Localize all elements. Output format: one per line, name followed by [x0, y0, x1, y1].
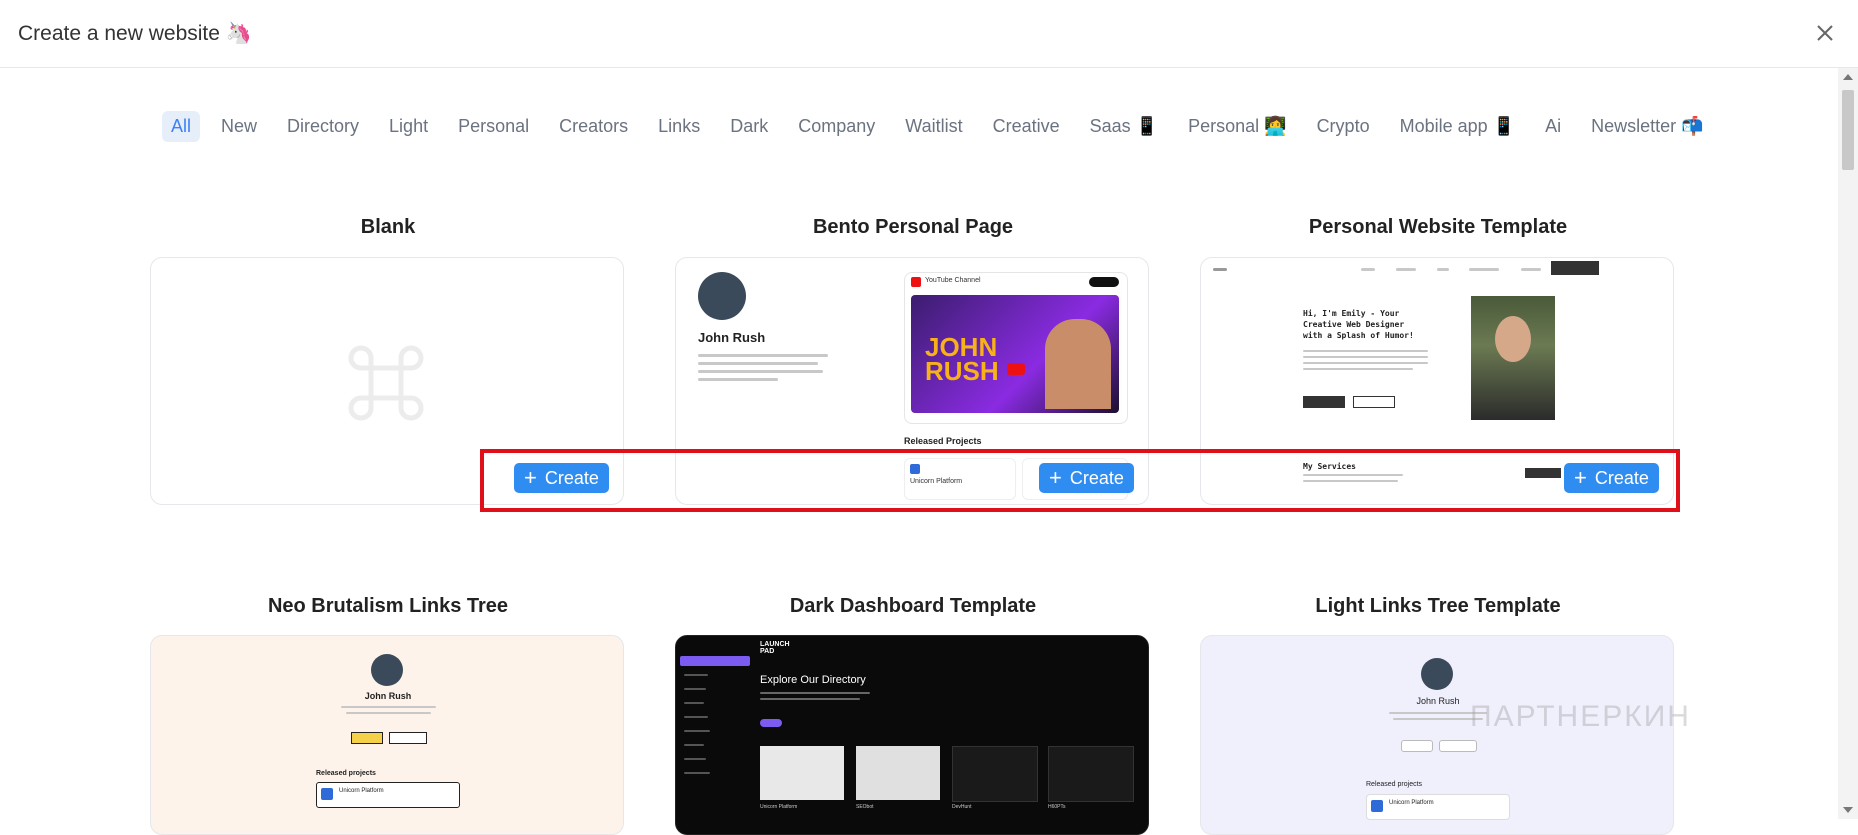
avatar	[698, 272, 746, 320]
preview-card-4: H60PTs	[1048, 804, 1066, 810]
filter-saas[interactable]: Saas 📱	[1081, 111, 1167, 142]
filter-creative[interactable]: Creative	[984, 111, 1069, 142]
preview-headline: Explore Our Directory	[760, 674, 866, 686]
youtube-icon	[911, 277, 921, 287]
template-card-neo-brutalism[interactable]: John Rush Released projects Unicorn Plat…	[150, 635, 624, 835]
plus-icon: +	[524, 465, 537, 490]
plus-icon: +	[1574, 465, 1587, 490]
preview-item: Unicorn Platform	[339, 788, 384, 794]
filter-links[interactable]: Links	[649, 111, 709, 142]
template-card-light-links[interactable]: John Rush Released projects Unicorn Plat…	[1200, 635, 1674, 835]
scroll-up-arrow-icon[interactable]	[1843, 74, 1853, 80]
watermark: ПАРТНЕРКИН	[1470, 700, 1691, 733]
close-icon[interactable]	[1814, 22, 1836, 44]
scrollbar[interactable]	[1838, 68, 1858, 819]
filter-newsletter[interactable]: Newsletter 📬	[1582, 111, 1712, 142]
preview-headline: Hi, I'm Emily - Your Creative Web Design…	[1303, 309, 1414, 340]
preview-card-3: DevHunt	[952, 804, 972, 810]
filter-all[interactable]: All	[162, 111, 201, 142]
filter-mobile-app[interactable]: Mobile app 📱	[1391, 111, 1524, 142]
avatar	[1421, 658, 1453, 690]
template-title-light-links: Light Links Tree Template	[1315, 595, 1561, 617]
template-title-personal-website: Personal Website Template	[1308, 216, 1568, 238]
video-channel: YouTube Channel	[925, 277, 981, 284]
filter-crypto[interactable]: Crypto	[1308, 111, 1379, 142]
filter-company[interactable]: Company	[789, 111, 884, 142]
avatar	[371, 654, 403, 686]
filter-directory[interactable]: Directory	[278, 111, 368, 142]
dialog-title: Create a new website 🦄	[18, 22, 252, 45]
plus-icon: +	[1049, 465, 1062, 490]
dialog-header: Create a new website 🦄	[0, 0, 1858, 68]
filter-personal-emoji[interactable]: Personal 👩‍💻	[1179, 111, 1295, 142]
filter-personal[interactable]: Personal	[449, 111, 538, 142]
template-title-bento: Bento Personal Page	[812, 216, 1014, 238]
filter-creators[interactable]: Creators	[550, 111, 637, 142]
preview-section-title: Released projects	[1366, 781, 1423, 788]
preview-section-title: Released Projects	[904, 436, 982, 446]
template-card-dark-dashboard[interactable]: LAUNCH PAD Explore Our Directory Unicorn…	[675, 635, 1149, 835]
preview-name: John Rush	[698, 330, 766, 345]
portrait-image	[1471, 296, 1555, 420]
create-button-personal-website[interactable]: + Create	[1564, 463, 1659, 493]
preview-logo: LAUNCH PAD	[760, 641, 790, 655]
preview-item: Unicorn Platform	[1389, 800, 1434, 806]
filter-ai[interactable]: Ai	[1536, 111, 1570, 142]
filter-light[interactable]: Light	[380, 111, 437, 142]
play-icon[interactable]	[1007, 363, 1025, 375]
preview-name: John Rush	[364, 691, 412, 701]
scrollbar-thumb[interactable]	[1842, 90, 1854, 170]
command-icon	[348, 345, 424, 421]
filter-new[interactable]: New	[212, 111, 266, 142]
video-card: YouTube Channel JOHN RUSH	[904, 272, 1128, 424]
template-title-neo-brutalism: Neo Brutalism Links Tree	[267, 595, 509, 617]
filter-dark[interactable]: Dark	[721, 111, 777, 142]
filter-waitlist[interactable]: Waitlist	[896, 111, 971, 142]
template-title-blank: Blank	[360, 216, 416, 238]
preview-card-1: Unicorn Platform	[760, 804, 798, 810]
video-title: JOHN RUSH	[925, 332, 999, 386]
category-filters: All New Directory Light Personal Creator…	[162, 111, 1725, 142]
template-title-dark-dashboard: Dark Dashboard Template	[789, 595, 1037, 617]
scroll-down-arrow-icon[interactable]	[1843, 807, 1853, 813]
create-button-bento[interactable]: + Create	[1039, 463, 1134, 493]
video-thumbnail[interactable]: JOHN RUSH	[911, 295, 1119, 413]
preview-card-2: SEObot	[856, 804, 874, 810]
create-button-blank[interactable]: + Create	[514, 463, 609, 493]
preview-section-title: Released projects	[316, 770, 376, 777]
